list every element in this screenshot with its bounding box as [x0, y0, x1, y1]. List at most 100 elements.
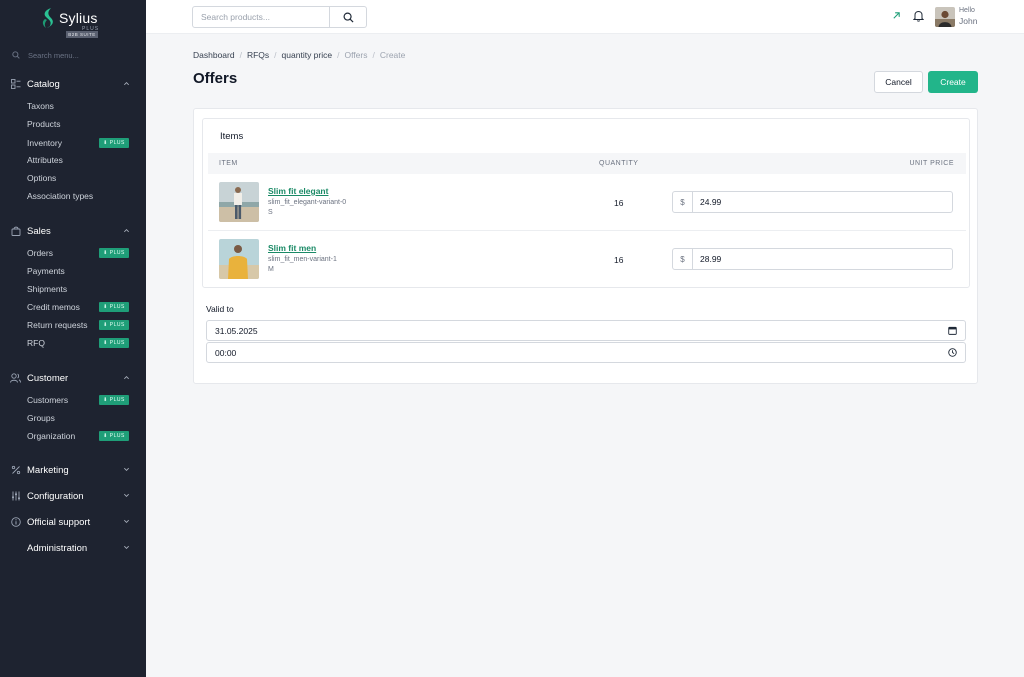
breadcrumb-dashboard[interactable]: Dashboard: [193, 50, 235, 60]
sliders-icon: [10, 491, 21, 502]
sidebar-item-label: Options: [27, 173, 57, 183]
info-icon: [10, 517, 21, 528]
sidebar-item-label: Organization: [27, 431, 76, 441]
plus-badge: ⬇ PLUS: [99, 395, 129, 405]
sidebar-item-label: Groups: [27, 413, 55, 423]
product-search-input[interactable]: [192, 6, 330, 28]
sidebar-item-association-types[interactable]: Association types: [27, 190, 130, 202]
breadcrumb-create: Create: [379, 50, 406, 60]
sidebar-section-catalog[interactable]: Catalog: [10, 77, 130, 91]
catalog-icon: [10, 79, 21, 90]
sidebar-item-label: Taxons: [27, 101, 54, 111]
bell-icon[interactable]: [913, 10, 924, 22]
sidebar-item-label: Payments: [27, 266, 65, 276]
sidebar-item-orders[interactable]: Orders ⬇ PLUS: [27, 247, 130, 259]
currency-addon: $: [673, 249, 693, 269]
plus-badge: ⬇ PLUS: [99, 248, 129, 258]
user-photo-icon: [935, 7, 955, 27]
sidebar-item-credit-memos[interactable]: Credit memos ⬇ PLUS: [27, 301, 130, 313]
sidebar-section-administration[interactable]: Administration: [10, 541, 130, 555]
sidebar-item-payments[interactable]: Payments: [27, 265, 130, 277]
sidebar-item-label: Orders: [27, 248, 53, 258]
sidebar-item-label: Shipments: [27, 284, 68, 294]
breadcrumb-rfqs[interactable]: RFQs: [247, 50, 269, 60]
time-value: 00:00: [215, 348, 237, 358]
sidebar-item-label: Credit memos: [27, 302, 80, 312]
sidebar-section-label: Configuration: [27, 490, 84, 502]
sylius-logo[interactable]: Sylius PLUS B2B SUITE: [40, 7, 110, 38]
product-image-icon: [219, 239, 259, 279]
calendar-icon[interactable]: [948, 326, 957, 335]
sidebar-item-rfq[interactable]: RFQ ⬇ PLUS: [27, 337, 130, 349]
sidebar-item-options[interactable]: Options: [27, 172, 130, 184]
sidebar-item-label: RFQ: [27, 338, 45, 348]
items-panel: Items ITEM QUANTITY UNIT PRICE Slim fit …: [202, 118, 970, 288]
breadcrumb-rfq[interactable]: quantity price: [282, 50, 333, 60]
plus-badge: ⬇ PLUS: [99, 338, 129, 348]
valid-to-time-input[interactable]: 00:00: [206, 342, 966, 363]
avatar[interactable]: [935, 7, 955, 27]
sidebar-item-label: Attributes: [27, 155, 63, 165]
user-greeting: Hello: [959, 7, 975, 14]
plus-badge: ⬇ PLUS: [99, 302, 129, 312]
valid-to-date-input[interactable]: 31.05.2025: [206, 320, 966, 341]
table-row: Slim fit men slim_fit_men-variant-1 M 16…: [208, 231, 966, 288]
sidebar-section-customer[interactable]: Customer: [10, 371, 130, 385]
column-header-quantity: QUANTITY: [599, 160, 639, 167]
plus-badge: ⬇ PLUS: [99, 431, 129, 441]
sidebar-item-label: Inventory: [27, 138, 62, 148]
brand-suite-badge: B2B SUITE: [66, 31, 98, 38]
sidebar-section-configuration[interactable]: Configuration: [10, 489, 130, 503]
sidebar-section-label: Administration: [27, 542, 88, 554]
search-icon: [12, 51, 20, 59]
cancel-button[interactable]: Cancel: [874, 71, 923, 93]
sidebar-item-taxons[interactable]: Taxons: [27, 100, 130, 112]
sidebar-item-return-requests[interactable]: Return requests ⬇ PLUS: [27, 319, 130, 331]
sidebar-item-groups[interactable]: Groups: [27, 412, 130, 424]
chevron-up-icon: [124, 229, 129, 233]
user-name[interactable]: John: [959, 16, 977, 26]
sidebar-section-sales[interactable]: Sales: [10, 224, 130, 238]
chevron-down-icon: [124, 545, 129, 549]
sidebar-item-label: Association types: [27, 191, 94, 201]
sidebar-section-official-support[interactable]: Official support: [10, 515, 130, 529]
sidebar-search[interactable]: Search menu...: [12, 49, 134, 61]
chevron-down-icon: [124, 519, 129, 523]
unit-price-field: $: [672, 248, 953, 270]
unit-price-field: $: [672, 191, 953, 213]
unit-price-input[interactable]: [694, 249, 952, 269]
sidebar-item-label: Return requests: [27, 320, 88, 330]
variant-code: slim_fit_elegant-variant-0: [268, 199, 347, 206]
sidebar-item-label: Products: [27, 119, 61, 129]
product-name-link[interactable]: Slim fit elegant: [268, 186, 328, 196]
product-image-icon: [219, 182, 259, 222]
percent-icon: [10, 465, 21, 476]
create-button[interactable]: Create: [928, 71, 978, 93]
external-link-icon[interactable]: [892, 11, 901, 20]
chevron-up-icon: [124, 376, 129, 380]
quantity-value: 16: [614, 255, 624, 265]
breadcrumb: Dashboard / RFQs / quantity price / Offe…: [193, 50, 406, 60]
sidebar-item-customers[interactable]: Customers ⬇ PLUS: [27, 394, 130, 406]
sidebar-section-label: Customer: [27, 372, 69, 384]
brand-name: Sylius: [59, 10, 98, 26]
column-header-item: ITEM: [219, 160, 238, 167]
unit-price-input[interactable]: [694, 192, 952, 212]
sidebar-item-label: Customers: [27, 395, 69, 405]
sidebar-section-marketing[interactable]: Marketing: [10, 463, 130, 477]
clock-icon[interactable]: [948, 348, 957, 357]
sidebar: Sylius PLUS B2B SUITE Search menu... Cat…: [0, 0, 146, 677]
product-thumbnail: [219, 239, 259, 279]
sidebar-item-shipments[interactable]: Shipments: [27, 283, 130, 295]
sidebar-item-products[interactable]: Products: [27, 118, 130, 130]
product-name-link[interactable]: Slim fit men: [268, 243, 316, 253]
sidebar-item-organization[interactable]: Organization ⬇ PLUS: [27, 430, 130, 442]
search-button[interactable]: [329, 6, 367, 28]
page-title: Offers: [193, 70, 238, 87]
sidebar-item-inventory[interactable]: Inventory ⬇ PLUS: [27, 137, 130, 149]
sidebar-item-attributes[interactable]: Attributes: [27, 154, 130, 166]
column-header-unit-price: UNIT PRICE: [909, 160, 954, 167]
variant-size: S: [268, 209, 273, 216]
currency-addon: $: [673, 192, 693, 212]
valid-to-label: Valid to: [206, 304, 234, 314]
